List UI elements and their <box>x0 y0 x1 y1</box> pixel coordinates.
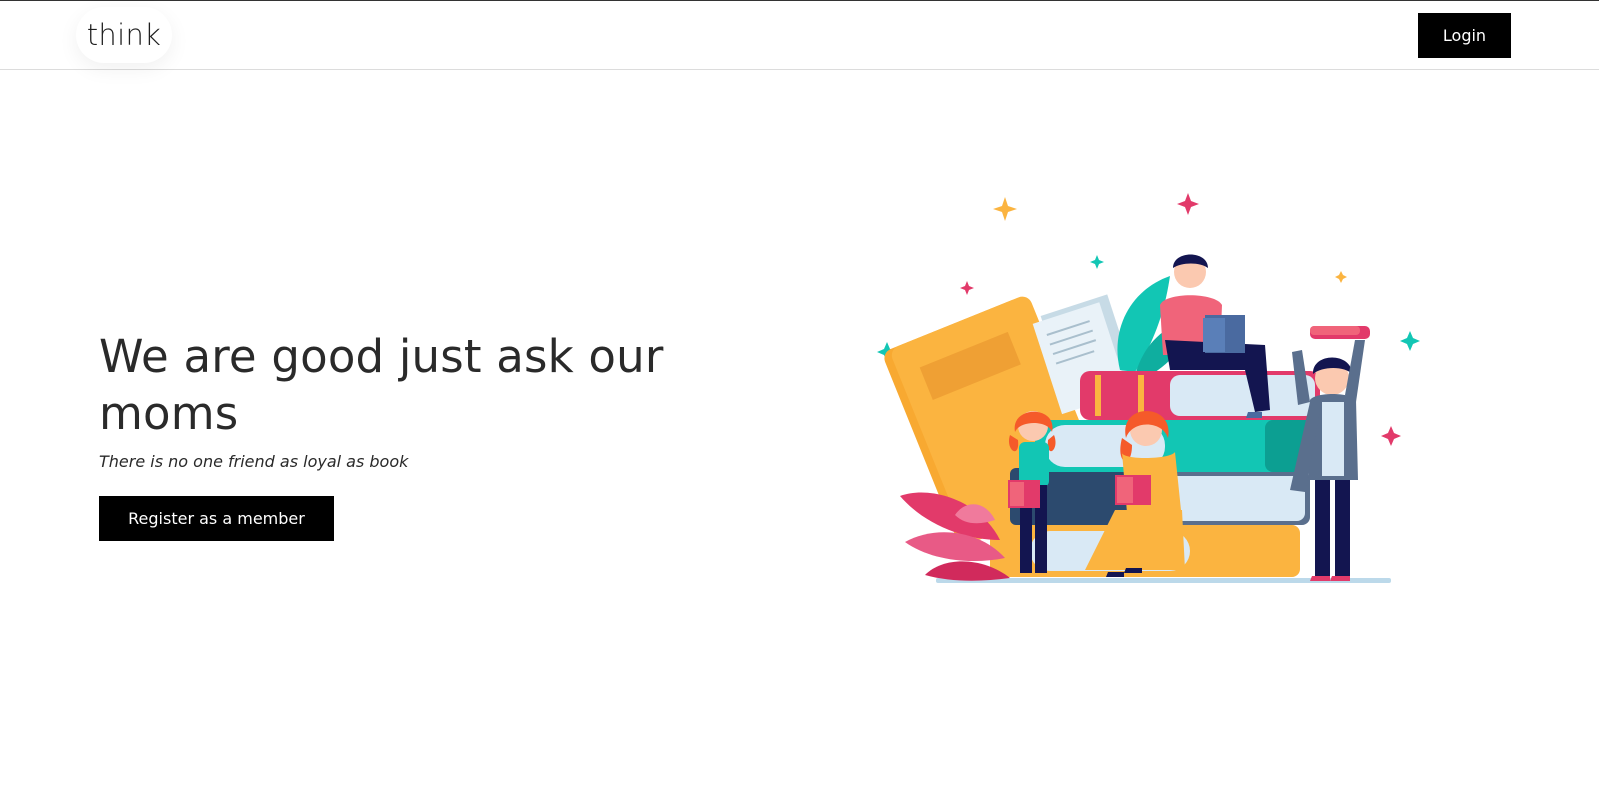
reading-kids-books-illustration-icon <box>877 193 1420 583</box>
login-button[interactable]: Login <box>1418 13 1511 58</box>
register-button[interactable]: Register as a member <box>99 496 334 541</box>
hero-title: We are good just ask our moms <box>99 330 664 440</box>
navbar: think Login <box>0 1 1599 70</box>
hero-illustration <box>870 180 1420 610</box>
hero-subtitle: There is no one friend as loyal as book <box>99 452 409 471</box>
logo[interactable]: think <box>76 7 172 63</box>
